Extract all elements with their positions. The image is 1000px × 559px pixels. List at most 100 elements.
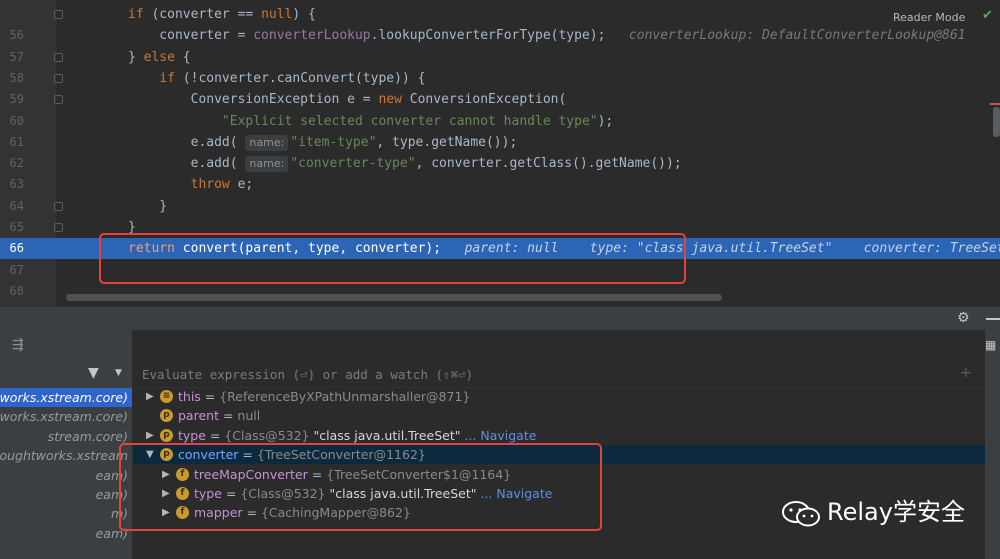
code-token: (converter == bbox=[151, 7, 262, 22]
line-number[interactable]: 65 bbox=[0, 217, 24, 238]
chevron-right-icon[interactable]: ▶ bbox=[146, 387, 154, 406]
code-line[interactable]: 65} bbox=[0, 217, 1000, 238]
variable-value: {Class@532} bbox=[224, 427, 310, 443]
line-number[interactable]: 59 bbox=[0, 89, 24, 110]
code-line-current[interactable]: 66 return convert(parent, type, converter… bbox=[0, 238, 1000, 260]
fold-marker-icon[interactable] bbox=[54, 201, 63, 211]
debug-panel-header: ⚙ bbox=[0, 306, 1000, 330]
code-editor[interactable]: if (converter == null) {56 converter = c… bbox=[0, 0, 1000, 306]
navigate-link[interactable]: ... Navigate bbox=[480, 486, 552, 501]
frame-item[interactable]: ntworks.xstream.core) bbox=[0, 407, 128, 426]
code-token: ) { bbox=[292, 7, 316, 22]
code-token: ConversionException( bbox=[409, 92, 567, 108]
line-number[interactable]: 67 bbox=[0, 260, 24, 281]
fold-marker-icon[interactable] bbox=[54, 10, 63, 19]
code-token: if bbox=[128, 7, 152, 22]
horizontal-scrollbar-thumb[interactable] bbox=[66, 294, 722, 301]
variable-value: {Class@532} bbox=[240, 486, 326, 501]
frame-item[interactable]: stream.core) bbox=[0, 427, 128, 446]
code-line[interactable]: 63 throw e; bbox=[0, 174, 1000, 195]
code-line[interactable]: 67 bbox=[0, 260, 1000, 281]
variable-text: this = {ReferenceByXPathUnmarshaller@871… bbox=[178, 387, 470, 406]
code-text: } bbox=[128, 217, 136, 238]
chevron-down-icon[interactable]: ▼ bbox=[115, 368, 122, 378]
frame-item[interactable]: eam) bbox=[0, 524, 128, 543]
fold-marker-icon[interactable] bbox=[54, 95, 63, 105]
code-token: "converter-type" bbox=[290, 156, 416, 172]
watermark-text: Relay学安全 bbox=[827, 498, 965, 526]
code-line[interactable]: 56 converter = converterLookup.lookupCon… bbox=[0, 25, 1000, 46]
field-icon: f bbox=[176, 506, 189, 520]
filter-icon[interactable]: ▼ bbox=[88, 365, 99, 381]
line-number[interactable]: 56 bbox=[0, 25, 24, 46]
code-token: throw bbox=[190, 177, 238, 193]
evaluate-expression-input[interactable] bbox=[142, 363, 942, 385]
code-line[interactable]: 58 if (!converter.canConvert(type)) { bbox=[0, 68, 1000, 89]
variable-text: type = {Class@532} "class java.util.Tree… bbox=[194, 484, 552, 503]
variable-row[interactable]: ▶ ≡ this = {ReferenceByXPathUnmarshaller@8… bbox=[134, 387, 985, 406]
parameter-icon: p bbox=[160, 409, 173, 423]
code-token: { bbox=[182, 49, 191, 65]
frame-item[interactable]: om.thoughtworks.xstream bbox=[0, 446, 128, 465]
error-stripe-mark[interactable] bbox=[990, 103, 1000, 105]
field-icon: f bbox=[176, 467, 189, 481]
variable-row[interactable]: p parent = null bbox=[134, 406, 985, 425]
equals-sign: = bbox=[218, 408, 238, 424]
code-token: converterLookup bbox=[253, 28, 371, 44]
reader-mode-button[interactable]: Reader Mode bbox=[893, 11, 965, 24]
frame-item-selected[interactable]: oughtworks.xstream.core) bbox=[0, 388, 132, 407]
line-number[interactable]: 61 bbox=[0, 132, 24, 153]
equals-sign: = bbox=[205, 427, 225, 443]
restore-layout-icon[interactable]: ⇶ bbox=[12, 337, 24, 353]
code-line[interactable]: if (converter == null) { bbox=[0, 4, 1000, 25]
code-text: ConversionException e = new ConversionEx… bbox=[128, 89, 567, 110]
navigate-link[interactable]: ... Navigate bbox=[464, 428, 536, 443]
variable-row[interactable]: ▼ p converter = {TreeSetConverter@1162} bbox=[134, 445, 985, 465]
code-line[interactable]: 64 } bbox=[0, 196, 1000, 217]
fold-marker-icon[interactable] bbox=[54, 52, 63, 62]
line-number[interactable]: 68 bbox=[0, 281, 24, 302]
code-token: ); bbox=[597, 113, 614, 129]
frame-item[interactable]: m) bbox=[0, 504, 128, 523]
code-line[interactable]: 59 ConversionException e = new Conversio… bbox=[0, 89, 1000, 110]
variable-value: {TreeSetConverter$1@1164} bbox=[326, 466, 512, 482]
line-number[interactable]: 66 bbox=[0, 238, 24, 259]
chevron-right-icon[interactable]: ▶ bbox=[162, 465, 170, 484]
variable-name: type bbox=[178, 427, 206, 443]
line-number[interactable]: 64 bbox=[0, 196, 24, 217]
chevron-right-icon[interactable]: ▶ bbox=[162, 503, 170, 522]
code-text: "Explicit selected converter cannot hand… bbox=[128, 111, 613, 132]
check-icon[interactable]: ✔ bbox=[982, 8, 993, 23]
code-line[interactable]: 60 "Explicit selected converter cannot h… bbox=[0, 111, 1000, 132]
code-line[interactable]: 62 e.add( name: "converter-type", convert… bbox=[0, 153, 1000, 174]
line-number[interactable]: 57 bbox=[0, 47, 24, 68]
frame-item[interactable]: eam) bbox=[0, 466, 128, 485]
code-token: } bbox=[128, 198, 168, 214]
gear-icon[interactable]: ⚙ bbox=[957, 310, 970, 326]
fold-marker-icon[interactable] bbox=[54, 223, 63, 232]
frame-item[interactable]: eam) bbox=[0, 485, 128, 504]
add-watch-icon[interactable]: + bbox=[960, 365, 972, 381]
code-line[interactable]: 57} else { bbox=[0, 47, 1000, 68]
chevron-right-icon[interactable]: ▶ bbox=[162, 484, 170, 503]
layout-icon[interactable]: ▦ bbox=[985, 338, 996, 352]
chevron-right-icon[interactable]: ▶ bbox=[146, 426, 154, 445]
fold-marker-icon[interactable] bbox=[54, 73, 63, 83]
minimize-icon[interactable] bbox=[986, 318, 1000, 320]
parameter-icon: p bbox=[160, 448, 173, 462]
line-number[interactable]: 58 bbox=[0, 68, 24, 89]
line-number[interactable]: 63 bbox=[0, 174, 24, 195]
frames-list[interactable]: ⇶ ▼ ▼ oughtworks.xstream.core)ntworks.xs… bbox=[0, 330, 133, 559]
line-number[interactable]: 62 bbox=[0, 153, 24, 174]
variable-row[interactable]: ▶ p type = {Class@532} "class java.util.Tr… bbox=[134, 426, 985, 445]
variable-name: treeMapConverter bbox=[194, 466, 308, 482]
code-line[interactable]: 61 e.add( name: "item-type", type.getName… bbox=[0, 132, 1000, 153]
chevron-down-icon[interactable]: ▼ bbox=[146, 445, 154, 464]
variable-row[interactable]: ▶ f treeMapConverter = {TreeSetConverter$1… bbox=[134, 465, 985, 484]
line-number[interactable]: 60 bbox=[0, 111, 24, 132]
variable-name: parent bbox=[178, 408, 219, 424]
code-token: (!converter.canConvert(type)) { bbox=[182, 70, 426, 86]
vertical-scrollbar-thumb[interactable] bbox=[993, 107, 1000, 137]
